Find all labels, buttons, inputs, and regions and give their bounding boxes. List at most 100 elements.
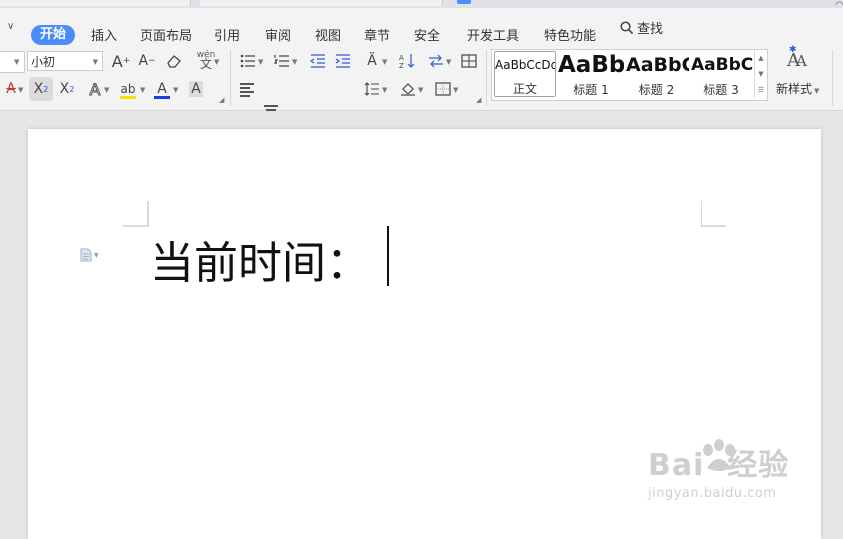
paint-bucket-icon <box>401 83 415 96</box>
table-grid-icon <box>461 54 477 68</box>
numbered-list-button[interactable] <box>271 50 293 72</box>
menu-tab-special-features[interactable]: 特色功能 <box>544 25 596 44</box>
chevron-down-icon[interactable]: ▼ <box>446 58 451 66</box>
margin-corner-mark <box>701 201 726 227</box>
chevron-down-icon: ▼ <box>14 58 20 66</box>
search-box[interactable]: 查找 <box>620 18 663 37</box>
style-label: 标题 1 <box>573 83 609 97</box>
style-heading-1[interactable]: AaBb 标题 1 <box>558 50 624 98</box>
styles-gallery: AaBbCcDd 正文 AaBb 标题 1 AaBbC 标题 2 AaBbCc … <box>491 49 768 101</box>
paragraph-dialog-launcher-icon[interactable]: ◢ <box>476 96 481 104</box>
document-icon <box>80 248 92 262</box>
chevron-down-icon[interactable]: ∨ <box>7 21 14 32</box>
menu-tab-insert[interactable]: 插入 <box>91 25 117 44</box>
chevron-down-icon[interactable]: ▼ <box>258 58 263 66</box>
scroll-down-icon[interactable]: ▼ <box>755 66 767 82</box>
svg-text:Z: Z <box>399 62 404 69</box>
baidu-jingyan-watermark: Bai 经验 jingyan.baidu.com <box>648 439 789 501</box>
document-tab-strip: ◠ <box>0 0 843 11</box>
align-left-button[interactable] <box>237 78 257 100</box>
document-tab[interactable] <box>200 0 443 6</box>
chevron-down-icon: ▼ <box>92 58 98 66</box>
character-shading-button[interactable]: A <box>186 78 206 100</box>
clear-format-button[interactable] <box>163 50 185 72</box>
highlight-color-button[interactable]: ab <box>117 78 139 100</box>
bullet-list-button[interactable] <box>237 50 259 72</box>
change-case-button[interactable]: Ä <box>360 50 384 72</box>
paw-logo-icon <box>703 439 735 471</box>
chevron-down-icon: ▼ <box>814 87 820 95</box>
subscript-button[interactable]: X2 <box>56 78 78 100</box>
decrease-indent-button[interactable] <box>307 50 329 72</box>
menu-tab-review[interactable]: 审阅 <box>265 25 291 44</box>
sort-button[interactable]: AZ <box>396 50 418 72</box>
watermark-url: jingyan.baidu.com <box>648 486 777 501</box>
writer-tab-icon <box>457 0 471 4</box>
shrink-font-button[interactable]: A − <box>136 50 158 72</box>
scroll-up-icon[interactable]: ▲ <box>755 50 767 66</box>
style-preview: AaBbCc <box>691 55 753 75</box>
new-style-button[interactable]: AA ✱ 新样式 ▼ <box>775 45 825 100</box>
text-direction-button[interactable] <box>425 50 447 72</box>
grow-font-button[interactable]: A + <box>110 50 132 72</box>
document-tab[interactable] <box>0 0 191 6</box>
style-normal[interactable]: AaBbCcDd 正文 <box>494 51 556 97</box>
svg-text:A: A <box>399 54 404 62</box>
chevron-down-icon[interactable]: ▼ <box>18 86 23 94</box>
increase-indent-icon <box>335 54 350 68</box>
style-heading-2[interactable]: AaBbC 标题 2 <box>624 50 689 98</box>
chevron-down-icon[interactable]: ▼ <box>214 58 219 66</box>
ribbon-separator <box>832 50 833 106</box>
font-size-value: 小初 <box>31 55 56 69</box>
ribbon-separator <box>486 50 487 106</box>
decrease-indent-icon <box>310 54 325 68</box>
menu-tab-chapter[interactable]: 章节 <box>364 25 390 44</box>
menu-tab-view[interactable]: 视图 <box>315 25 341 44</box>
shading-button[interactable] <box>397 78 419 100</box>
style-label: 正文 <box>512 82 537 96</box>
font-dialog-launcher-icon[interactable]: ◢ <box>219 96 224 104</box>
menu-tab-start[interactable]: 开始 <box>31 25 75 45</box>
chevron-down-icon[interactable]: ▼ <box>382 58 387 66</box>
expand-gallery-icon[interactable]: ☰ <box>755 82 767 98</box>
borders-icon <box>435 82 451 96</box>
style-preview: AaBbC <box>626 54 689 76</box>
margin-corner-mark <box>123 201 149 227</box>
line-spacing-icon <box>364 82 379 96</box>
increase-indent-button[interactable] <box>332 50 354 72</box>
styles-scrollbar[interactable]: ▲ ▼ ☰ <box>754 50 767 98</box>
chevron-down-icon[interactable]: ▼ <box>173 86 178 94</box>
highlight-color-swatch <box>120 96 136 99</box>
chevron-down-icon[interactable]: ▼ <box>140 86 145 94</box>
menu-bar: ∨ 开始 插入 页面布局 引用 审阅 视图 章节 安全 开发工具 特色功能 查找 <box>0 8 843 46</box>
line-spacing-button[interactable] <box>361 78 383 100</box>
chevron-down-icon[interactable]: ▼ <box>104 86 109 94</box>
new-style-icon: AA ✱ <box>787 45 807 71</box>
chevron-down-icon[interactable]: ▼ <box>382 86 387 94</box>
style-label: 标题 3 <box>703 83 739 97</box>
superscript-button[interactable]: X2 <box>29 77 53 101</box>
eraser-icon <box>167 55 181 68</box>
font-color-button[interactable]: A <box>152 78 172 100</box>
font-color-swatch <box>154 96 170 99</box>
chevron-down-icon[interactable]: ▼ <box>292 58 297 66</box>
font-name-dropdown[interactable]: ▼ <box>0 51 25 73</box>
search-icon <box>620 20 634 34</box>
menu-tab-references[interactable]: 引用 <box>214 25 240 44</box>
borders-button[interactable] <box>432 78 454 100</box>
chevron-down-icon[interactable]: ▼ <box>418 86 423 94</box>
paragraph-handle[interactable]: ▼ <box>80 248 99 262</box>
search-label: 查找 <box>637 22 664 37</box>
font-size-dropdown[interactable]: 小初 ▼ <box>27 51 103 71</box>
menu-tab-page-layout[interactable]: 页面布局 <box>140 25 192 44</box>
text-cursor <box>387 226 389 286</box>
style-heading-3[interactable]: AaBbCc 标题 3 <box>689 50 753 98</box>
menu-tab-security[interactable]: 安全 <box>414 25 440 44</box>
show-formatting-button[interactable] <box>458 50 480 72</box>
text-effect-button[interactable]: A <box>84 78 106 100</box>
ribbon-separator <box>230 50 231 106</box>
chevron-down-icon[interactable]: ▼ <box>453 86 458 94</box>
numbered-list-icon <box>274 55 289 67</box>
menu-tab-developer[interactable]: 开发工具 <box>467 25 519 44</box>
document-text[interactable]: 当前时间： <box>150 227 370 291</box>
